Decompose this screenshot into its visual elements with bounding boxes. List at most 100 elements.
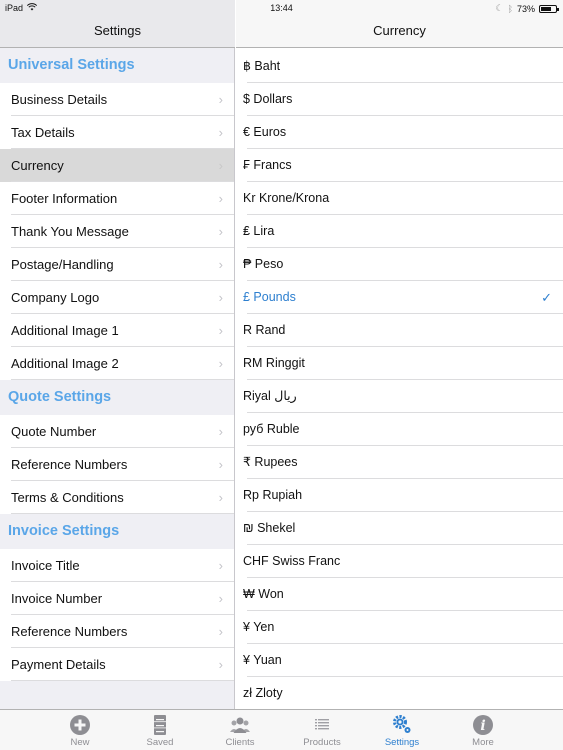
- section-header: Invoice Settings: [0, 514, 234, 549]
- tab-label: Clients: [225, 737, 255, 748]
- currency-label: Kr Krone/Krona: [243, 191, 330, 205]
- currency-option[interactable]: ₹ Rupees: [236, 446, 563, 479]
- currency-option[interactable]: € Euros: [236, 116, 563, 149]
- tab-label: Products: [303, 737, 341, 748]
- settings-item-label: Footer Information: [11, 191, 118, 206]
- chevron-right-icon: ›: [218, 457, 223, 472]
- currency-option[interactable]: ₤ Lira: [236, 215, 563, 248]
- currency-label: ¥ Yen: [243, 620, 275, 634]
- status-time: 13:44: [270, 3, 293, 13]
- status-bar: iPad 13:44 ☾ ᛒ 73%: [0, 0, 563, 16]
- currency-label: руб Ruble: [243, 422, 300, 436]
- chevron-right-icon: ›: [218, 424, 223, 439]
- plus-circle-icon: [69, 714, 91, 736]
- currency-label: £ Pounds: [243, 290, 296, 304]
- tab-label: More: [472, 737, 494, 748]
- settings-item-terms-conditions[interactable]: Terms & Conditions ›: [0, 481, 234, 514]
- bluetooth-icon: ᛒ: [507, 3, 513, 14]
- currency-label: CHF Swiss Franc: [243, 554, 341, 568]
- currency-option[interactable]: zł Zloty: [236, 677, 563, 710]
- settings-item-label: Additional Image 1: [11, 323, 119, 338]
- settings-item-invoice-number[interactable]: Invoice Number ›: [0, 582, 234, 615]
- currency-label: Rp Rupiah: [243, 488, 303, 502]
- chevron-right-icon: ›: [218, 323, 223, 338]
- info-icon: i: [472, 714, 494, 736]
- tab-label: New: [70, 737, 90, 748]
- settings-item-label: Invoice Number: [11, 591, 103, 606]
- tab-settings[interactable]: Settings: [362, 710, 442, 750]
- list-icon: [311, 714, 333, 736]
- battery-icon: [539, 4, 559, 13]
- chevron-right-icon: ›: [218, 125, 223, 140]
- svg-text:i: i: [480, 718, 485, 734]
- currency-label: ₹ Rupees: [243, 455, 298, 469]
- currency-option[interactable]: ₱ Peso: [236, 248, 563, 281]
- currency-option[interactable]: CHF Swiss Franc: [236, 545, 563, 578]
- currency-option[interactable]: RM Ringgit: [236, 347, 563, 380]
- currency-option[interactable]: ₩ Won: [236, 578, 563, 611]
- currency-option[interactable]: ¥ Yuan: [236, 644, 563, 677]
- currency-list[interactable]: ฿ Baht $ Dollars € Euros ₣ Francs Kr Krone/K…: [236, 50, 563, 710]
- settings-item-additional-image-1[interactable]: Additional Image 1 ›: [0, 314, 234, 347]
- currency-label: ₩ Won: [243, 587, 284, 601]
- settings-item-payment-details[interactable]: Payment Details ›: [0, 648, 234, 681]
- currency-label: € Euros: [243, 125, 287, 139]
- currency-detail-panel: Currency ฿ Baht $ Dollars € Euros ₣ Francs K…: [236, 0, 563, 710]
- currency-option[interactable]: ₪ Shekel: [236, 512, 563, 545]
- settings-item-thank-you-message[interactable]: Thank You Message ›: [0, 215, 234, 248]
- wifi-icon: [26, 3, 38, 13]
- settings-item-label: Quote Number: [11, 424, 97, 439]
- battery-percent: 73%: [516, 3, 535, 14]
- currency-label: ₤ Lira: [243, 224, 275, 238]
- device-name: iPad: [5, 3, 24, 13]
- settings-item-tax-details[interactable]: Tax Details ›: [0, 116, 234, 149]
- settings-list[interactable]: Universal Settings Business Details › Tax D…: [0, 48, 234, 681]
- tab-clients[interactable]: Clients: [200, 710, 280, 750]
- settings-item-label: Additional Image 2: [11, 356, 119, 371]
- tab-products[interactable]: Products: [282, 710, 362, 750]
- currency-option[interactable]: руб Ruble: [236, 413, 563, 446]
- currency-label: ₱ Peso: [243, 257, 284, 271]
- settings-item-company-logo[interactable]: Company Logo ›: [0, 281, 234, 314]
- settings-item-label: Company Logo: [11, 290, 100, 305]
- currency-option[interactable]: ฿ Baht: [236, 50, 563, 83]
- settings-item-label: Business Details: [11, 92, 108, 107]
- settings-item-footer-information[interactable]: Footer Information ›: [0, 182, 234, 215]
- currency-option[interactable]: ₣ Francs: [236, 149, 563, 182]
- chevron-right-icon: ›: [218, 191, 223, 206]
- settings-item-label: Reference Numbers: [11, 457, 128, 472]
- chevron-right-icon: ›: [218, 490, 223, 505]
- currency-label: zł Zloty: [243, 686, 283, 700]
- checkmark-icon: ✓: [541, 290, 552, 305]
- currency-label: $ Dollars: [243, 92, 293, 106]
- currency-label: RM Ringgit: [243, 356, 305, 370]
- currency-option[interactable]: R Rand: [236, 314, 563, 347]
- settings-item-label: Invoice Title: [11, 558, 80, 573]
- settings-item-label: Currency: [11, 158, 64, 173]
- chevron-right-icon: ›: [218, 224, 223, 239]
- tab-saved[interactable]: Saved: [120, 710, 200, 750]
- settings-item-invoice-title[interactable]: Invoice Title ›: [0, 549, 234, 582]
- moon-icon: ☾: [495, 3, 504, 13]
- settings-item-reference-numbers[interactable]: Reference Numbers ›: [0, 615, 234, 648]
- settings-item-currency[interactable]: Currency ›: [0, 149, 234, 182]
- settings-item-additional-image-2[interactable]: Additional Image 2 ›: [0, 347, 234, 380]
- currency-option[interactable]: ¥ Yen: [236, 611, 563, 644]
- currency-label: ¥ Yuan: [243, 653, 282, 667]
- currency-option[interactable]: Rp Rupiah: [236, 479, 563, 512]
- settings-item-business-details[interactable]: Business Details ›: [0, 83, 234, 116]
- currency-option[interactable]: Kr Krone/Krona: [236, 182, 563, 215]
- settings-item-reference-numbers[interactable]: Reference Numbers ›: [0, 448, 234, 481]
- chevron-right-icon: ›: [218, 92, 223, 107]
- settings-item-label: Postage/Handling: [11, 257, 114, 272]
- currency-option[interactable]: Riyal ريال: [236, 380, 563, 413]
- section-header: Quote Settings: [0, 380, 234, 415]
- tab-new[interactable]: New: [40, 710, 120, 750]
- currency-option[interactable]: $ Dollars: [236, 83, 563, 116]
- currency-title: Currency: [373, 23, 426, 38]
- chevron-right-icon: ›: [218, 257, 223, 272]
- settings-item-postage-handling[interactable]: Postage/Handling ›: [0, 248, 234, 281]
- tab-more[interactable]: i More: [443, 710, 523, 750]
- currency-option[interactable]: £ Pounds ✓: [236, 281, 563, 314]
- settings-item-quote-number[interactable]: Quote Number ›: [0, 415, 234, 448]
